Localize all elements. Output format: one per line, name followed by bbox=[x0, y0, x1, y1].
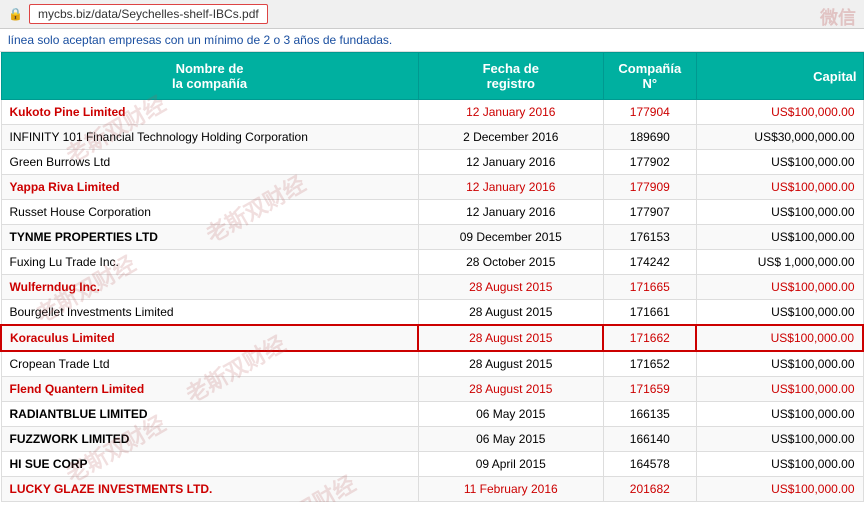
cell-compania-num: 171661 bbox=[603, 300, 696, 326]
cell-fecha: 12 January 2016 bbox=[418, 200, 603, 225]
cell-company-name: Kukoto Pine Limited bbox=[1, 100, 418, 125]
cell-company-name: HI SUE CORP bbox=[1, 452, 418, 477]
table-row: Flend Quantern Limited28 August 20151716… bbox=[1, 377, 863, 402]
cell-company-name: TYNME PROPERTIES LTD bbox=[1, 225, 418, 250]
cell-fecha: 28 August 2015 bbox=[418, 300, 603, 326]
table-row: Yappa Riva Limited12 January 2016177909U… bbox=[1, 175, 863, 200]
cell-compania-num: 176153 bbox=[603, 225, 696, 250]
cell-fecha: 12 January 2016 bbox=[418, 100, 603, 125]
cell-company-name: Cropean Trade Ltd bbox=[1, 351, 418, 377]
cell-fecha: 28 October 2015 bbox=[418, 250, 603, 275]
cell-compania-num: 166135 bbox=[603, 402, 696, 427]
cell-fecha: 28 August 2015 bbox=[418, 325, 603, 351]
table-row: Bourgellet Investments Limited28 August … bbox=[1, 300, 863, 326]
cell-capital: US$30,000,000.00 bbox=[696, 125, 863, 150]
cell-compania-num: 166140 bbox=[603, 427, 696, 452]
cell-fecha: 06 May 2015 bbox=[418, 427, 603, 452]
cell-fecha: 09 December 2015 bbox=[418, 225, 603, 250]
cell-capital: US$100,000.00 bbox=[696, 100, 863, 125]
cell-capital: US$100,000.00 bbox=[696, 175, 863, 200]
cell-company-name: Green Burrows Ltd bbox=[1, 150, 418, 175]
cell-compania-num: 171652 bbox=[603, 351, 696, 377]
cell-company-name: Russet House Corporation bbox=[1, 200, 418, 225]
table-row: HI SUE CORP09 April 2015164578US$100,000… bbox=[1, 452, 863, 477]
companies-table: Nombre dela compañía Fecha deregistro Co… bbox=[0, 52, 864, 502]
cell-compania-num: 164578 bbox=[603, 452, 696, 477]
table-row: Russet House Corporation12 January 20161… bbox=[1, 200, 863, 225]
main-table-container: 老斯双财经 老斯双财经 老斯双财经 老斯双财经 老斯双财经 老斯双财经 Nomb… bbox=[0, 52, 864, 502]
cell-capital: US$100,000.00 bbox=[696, 402, 863, 427]
cell-compania-num: 177904 bbox=[603, 100, 696, 125]
cell-compania-num: 189690 bbox=[603, 125, 696, 150]
cell-compania-num: 171659 bbox=[603, 377, 696, 402]
cell-company-name: RADIANTBLUE LIMITED bbox=[1, 402, 418, 427]
cell-capital: US$100,000.00 bbox=[696, 225, 863, 250]
table-row: INFINITY 101 Financial Technology Holdin… bbox=[1, 125, 863, 150]
table-row: FUZZWORK LIMITED06 May 2015166140US$100,… bbox=[1, 427, 863, 452]
cell-capital: US$100,000.00 bbox=[696, 275, 863, 300]
cell-fecha: 11 February 2016 bbox=[418, 477, 603, 502]
top-bar: 🔒 mycbs.biz/data/Seychelles-shelf-IBCs.p… bbox=[0, 0, 864, 29]
cell-fecha: 09 April 2015 bbox=[418, 452, 603, 477]
table-row: Green Burrows Ltd12 January 2016177902US… bbox=[1, 150, 863, 175]
cell-company-name: Flend Quantern Limited bbox=[1, 377, 418, 402]
cell-compania-num: 174242 bbox=[603, 250, 696, 275]
cell-compania-num: 171662 bbox=[603, 325, 696, 351]
cell-company-name: Yappa Riva Limited bbox=[1, 175, 418, 200]
cell-company-name: Fuxing Lu Trade Inc. bbox=[1, 250, 418, 275]
cell-company-name: Bourgellet Investments Limited bbox=[1, 300, 418, 326]
header-fecha: Fecha deregistro bbox=[418, 53, 603, 100]
cell-company-name: Wulferndug Inc. bbox=[1, 275, 418, 300]
cell-fecha: 28 August 2015 bbox=[418, 275, 603, 300]
cell-fecha: 2 December 2016 bbox=[418, 125, 603, 150]
table-row: LUCKY GLAZE INVESTMENTS LTD.11 February … bbox=[1, 477, 863, 502]
cell-capital: US$100,000.00 bbox=[696, 200, 863, 225]
lock-icon: 🔒 bbox=[8, 7, 23, 21]
table-row: TYNME PROPERTIES LTD09 December 20151761… bbox=[1, 225, 863, 250]
cell-fecha: 12 January 2016 bbox=[418, 175, 603, 200]
cell-compania-num: 177909 bbox=[603, 175, 696, 200]
cell-capital: US$100,000.00 bbox=[696, 325, 863, 351]
cell-compania-num: 177902 bbox=[603, 150, 696, 175]
url-bar: mycbs.biz/data/Seychelles-shelf-IBCs.pdf bbox=[29, 4, 268, 24]
cell-compania-num: 201682 bbox=[603, 477, 696, 502]
table-header-row: Nombre dela compañía Fecha deregistro Co… bbox=[1, 53, 863, 100]
header-compania: CompañíaN° bbox=[603, 53, 696, 100]
cell-compania-num: 171665 bbox=[603, 275, 696, 300]
cell-fecha: 28 August 2015 bbox=[418, 377, 603, 402]
notice-bar: línea solo aceptan empresas con un mínim… bbox=[0, 29, 864, 52]
cell-compania-num: 177907 bbox=[603, 200, 696, 225]
cell-company-name: FUZZWORK LIMITED bbox=[1, 427, 418, 452]
cell-fecha: 06 May 2015 bbox=[418, 402, 603, 427]
table-row: Fuxing Lu Trade Inc.28 October 201517424… bbox=[1, 250, 863, 275]
table-row: RADIANTBLUE LIMITED06 May 2015166135US$1… bbox=[1, 402, 863, 427]
table-row: Kukoto Pine Limited12 January 2016177904… bbox=[1, 100, 863, 125]
cell-capital: US$100,000.00 bbox=[696, 300, 863, 326]
header-name: Nombre dela compañía bbox=[1, 53, 418, 100]
cell-capital: US$100,000.00 bbox=[696, 351, 863, 377]
cell-capital: US$100,000.00 bbox=[696, 477, 863, 502]
cell-fecha: 12 January 2016 bbox=[418, 150, 603, 175]
cell-capital: US$100,000.00 bbox=[696, 377, 863, 402]
cell-capital: US$ 1,000,000.00 bbox=[696, 250, 863, 275]
cell-company-name: Koraculus Limited bbox=[1, 325, 418, 351]
cell-capital: US$100,000.00 bbox=[696, 427, 863, 452]
cell-company-name: LUCKY GLAZE INVESTMENTS LTD. bbox=[1, 477, 418, 502]
header-capital: Capital bbox=[696, 53, 863, 100]
cell-capital: US$100,000.00 bbox=[696, 452, 863, 477]
cell-company-name: INFINITY 101 Financial Technology Holdin… bbox=[1, 125, 418, 150]
cell-fecha: 28 August 2015 bbox=[418, 351, 603, 377]
cell-capital: US$100,000.00 bbox=[696, 150, 863, 175]
table-row: Wulferndug Inc.28 August 2015171665US$10… bbox=[1, 275, 863, 300]
table-row: Cropean Trade Ltd28 August 2015171652US$… bbox=[1, 351, 863, 377]
table-row: Koraculus Limited28 August 2015171662US$… bbox=[1, 325, 863, 351]
